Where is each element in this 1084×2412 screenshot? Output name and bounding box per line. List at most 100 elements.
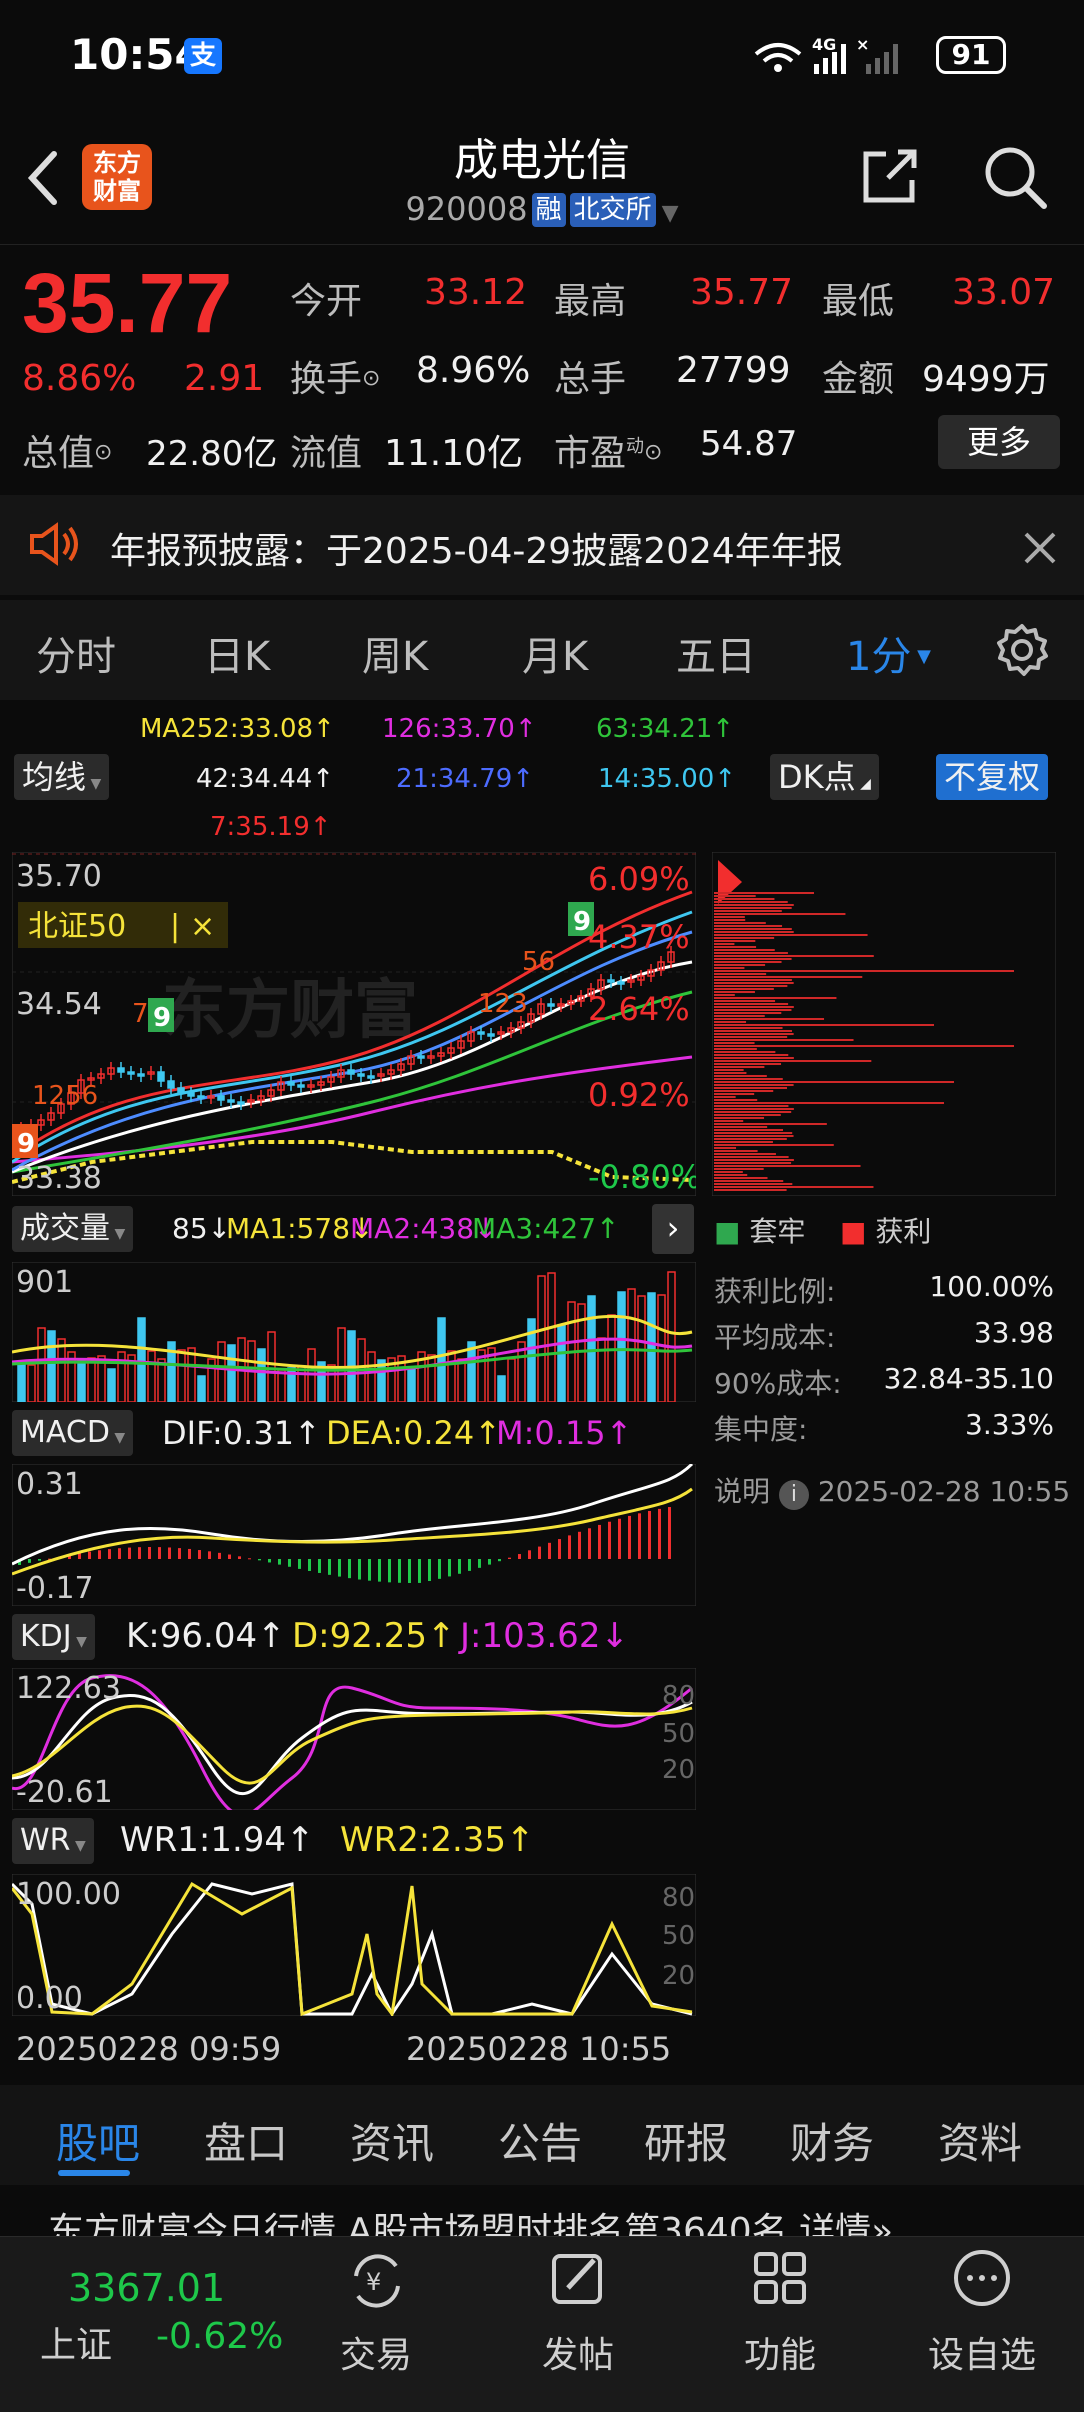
tab-one-minute[interactable]: 1分 ▼ bbox=[846, 624, 931, 682]
index-change[interactable]: -0.62% bbox=[156, 2316, 283, 2357]
tab-finance[interactable]: 财务 bbox=[790, 2110, 874, 2171]
more-dots-icon[interactable] bbox=[950, 2246, 1014, 2310]
macd-bar bbox=[138, 1547, 141, 1559]
chip-bar bbox=[714, 898, 775, 900]
nav-watchlist[interactable]: 设自选 bbox=[917, 2326, 1047, 2378]
tab-timeshare[interactable]: 分时 bbox=[36, 624, 116, 682]
nav-trade[interactable]: 交易 bbox=[311, 2326, 441, 2378]
macd-bar bbox=[158, 1547, 161, 1559]
speaker-icon bbox=[30, 522, 78, 566]
macd-bar bbox=[378, 1559, 381, 1582]
index-value[interactable]: 3367.01 bbox=[68, 2266, 225, 2310]
macd-bar bbox=[188, 1548, 191, 1559]
wr-tick-80: 80 bbox=[662, 1883, 695, 1913]
post-icon[interactable] bbox=[546, 2246, 610, 2310]
dk-point-button[interactable]: DK点 ◢ bbox=[770, 754, 879, 800]
nav-post[interactable]: 发帖 bbox=[513, 2326, 643, 2378]
pct-label-0: 6.09% bbox=[588, 860, 690, 898]
ma-selector-label: 均线 bbox=[22, 758, 87, 796]
candlestick-chart[interactable]: 东方财富 9 9 9 123 56 7 1256 35.70 34.54 33.… bbox=[12, 852, 696, 1196]
chip-bar bbox=[714, 1174, 748, 1176]
macd-bar bbox=[108, 1549, 111, 1559]
functions-icon[interactable] bbox=[748, 2246, 812, 2310]
chip-bar bbox=[714, 1069, 744, 1071]
wr-selector[interactable]: WR ▼ bbox=[12, 1818, 94, 1864]
index-overlay-close[interactable]: × bbox=[190, 909, 215, 944]
battery-indicator: 91 bbox=[936, 36, 1006, 74]
tab-guba[interactable]: 股吧 bbox=[56, 2110, 140, 2171]
share-icon[interactable] bbox=[858, 144, 922, 208]
time-axis-start: 20250228 09:59 bbox=[16, 2030, 282, 2068]
chip-bar bbox=[714, 952, 788, 954]
macd-bar bbox=[348, 1559, 351, 1579]
close-icon[interactable] bbox=[1020, 528, 1060, 568]
index-overlay-label[interactable]: 北证50 bbox=[28, 909, 126, 944]
volume-bar bbox=[17, 1361, 26, 1402]
amount-value: 9499万 bbox=[922, 359, 1050, 400]
kdj-d: D:92.25↑ bbox=[292, 1616, 456, 1656]
mktcap-label[interactable]: 总值⊙ bbox=[22, 424, 112, 476]
volume-bar bbox=[57, 1338, 66, 1402]
tab-announcement[interactable]: 公告 bbox=[498, 2110, 582, 2171]
ticker-partial[interactable]: 东方财富今日行情 A股市场盟时排名第3640名 详情» bbox=[0, 2200, 1084, 2236]
gear-icon[interactable] bbox=[994, 622, 1050, 678]
tab-news[interactable]: 资讯 bbox=[350, 2110, 434, 2171]
volume-ma3: MA3:427↑ bbox=[472, 1212, 620, 1245]
more-button[interactable]: 更多 bbox=[938, 415, 1060, 469]
chip-bar bbox=[714, 1150, 758, 1152]
index-name[interactable]: 上证 bbox=[40, 2316, 112, 2368]
macd-bar bbox=[548, 1542, 551, 1559]
chip-bar bbox=[714, 1135, 794, 1137]
chip-note-time: 2025-02-28 10:55 bbox=[817, 1475, 1071, 1508]
chip-bar bbox=[714, 1111, 792, 1113]
chip-bar bbox=[714, 1141, 773, 1143]
volume-bar bbox=[667, 1271, 676, 1402]
macd-bar bbox=[418, 1559, 421, 1583]
tab-day-k[interactable]: 日K bbox=[204, 624, 270, 682]
chip-bar bbox=[714, 1078, 783, 1080]
volume-bar bbox=[337, 1327, 346, 1402]
chip-bar bbox=[714, 1054, 789, 1056]
ma-selector[interactable]: 均线 ▼ bbox=[14, 754, 110, 800]
chip-bar bbox=[714, 970, 1014, 972]
trade-icon[interactable]: ¥ bbox=[344, 2248, 410, 2314]
signal-icons: 4G × bbox=[754, 35, 898, 74]
macd-bar bbox=[628, 1515, 631, 1559]
high-label: 最高 bbox=[554, 281, 627, 322]
adjust-button[interactable]: 不复权 bbox=[936, 754, 1049, 800]
chip-bar bbox=[714, 940, 756, 942]
pe-label[interactable]: 市盈动⊙ bbox=[554, 424, 662, 476]
volume-selector[interactable]: 成交量 ▼ bbox=[12, 1206, 134, 1252]
macd-bar bbox=[398, 1559, 401, 1583]
tab-pankou[interactable]: 盘口 bbox=[204, 2110, 288, 2171]
chip-note[interactable]: 说明 i 2025-02-28 10:55 bbox=[714, 1470, 1070, 1510]
chip-bar bbox=[714, 1159, 794, 1161]
macd-selector[interactable]: MACD ▼ bbox=[12, 1410, 134, 1456]
info-dots-icon: ⊙ bbox=[644, 440, 663, 465]
wr-1: WR1:1.94↑ bbox=[120, 1820, 315, 1860]
pct-label-3: 0.92% bbox=[588, 1076, 690, 1114]
chevron-right-icon[interactable]: › bbox=[652, 1204, 694, 1254]
chip-label-1: 平均成本: bbox=[714, 1321, 836, 1354]
volume-bar bbox=[627, 1288, 636, 1402]
tab-week-k[interactable]: 周K bbox=[362, 624, 428, 682]
chip-bar bbox=[714, 967, 745, 969]
chip-value-0: 100.00% bbox=[929, 1270, 1054, 1303]
chip-bar bbox=[714, 1042, 755, 1044]
dropdown-triangle-icon: ▼ bbox=[661, 201, 679, 226]
volume-bar bbox=[507, 1358, 516, 1402]
turnover-label[interactable]: 换手⊙ bbox=[290, 350, 380, 402]
nav-functions[interactable]: 功能 bbox=[715, 2326, 845, 2378]
chip-bar bbox=[714, 958, 792, 960]
tab-month-k[interactable]: 月K bbox=[522, 624, 588, 682]
y-label-top: 35.70 bbox=[16, 859, 102, 894]
macd-dea: DEA:0.24↑ bbox=[326, 1414, 502, 1452]
macd-bar bbox=[168, 1547, 171, 1559]
search-icon[interactable] bbox=[982, 144, 1048, 210]
kdj-selector[interactable]: KDJ ▼ bbox=[12, 1614, 95, 1660]
tab-research[interactable]: 研报 bbox=[644, 2110, 728, 2171]
tab-profile[interactable]: 资料 bbox=[938, 2110, 1022, 2171]
tab-five-day[interactable]: 五日 bbox=[676, 624, 756, 682]
ma7-label: 7:35.19↑ bbox=[210, 812, 332, 842]
chip-bar bbox=[714, 1171, 743, 1173]
